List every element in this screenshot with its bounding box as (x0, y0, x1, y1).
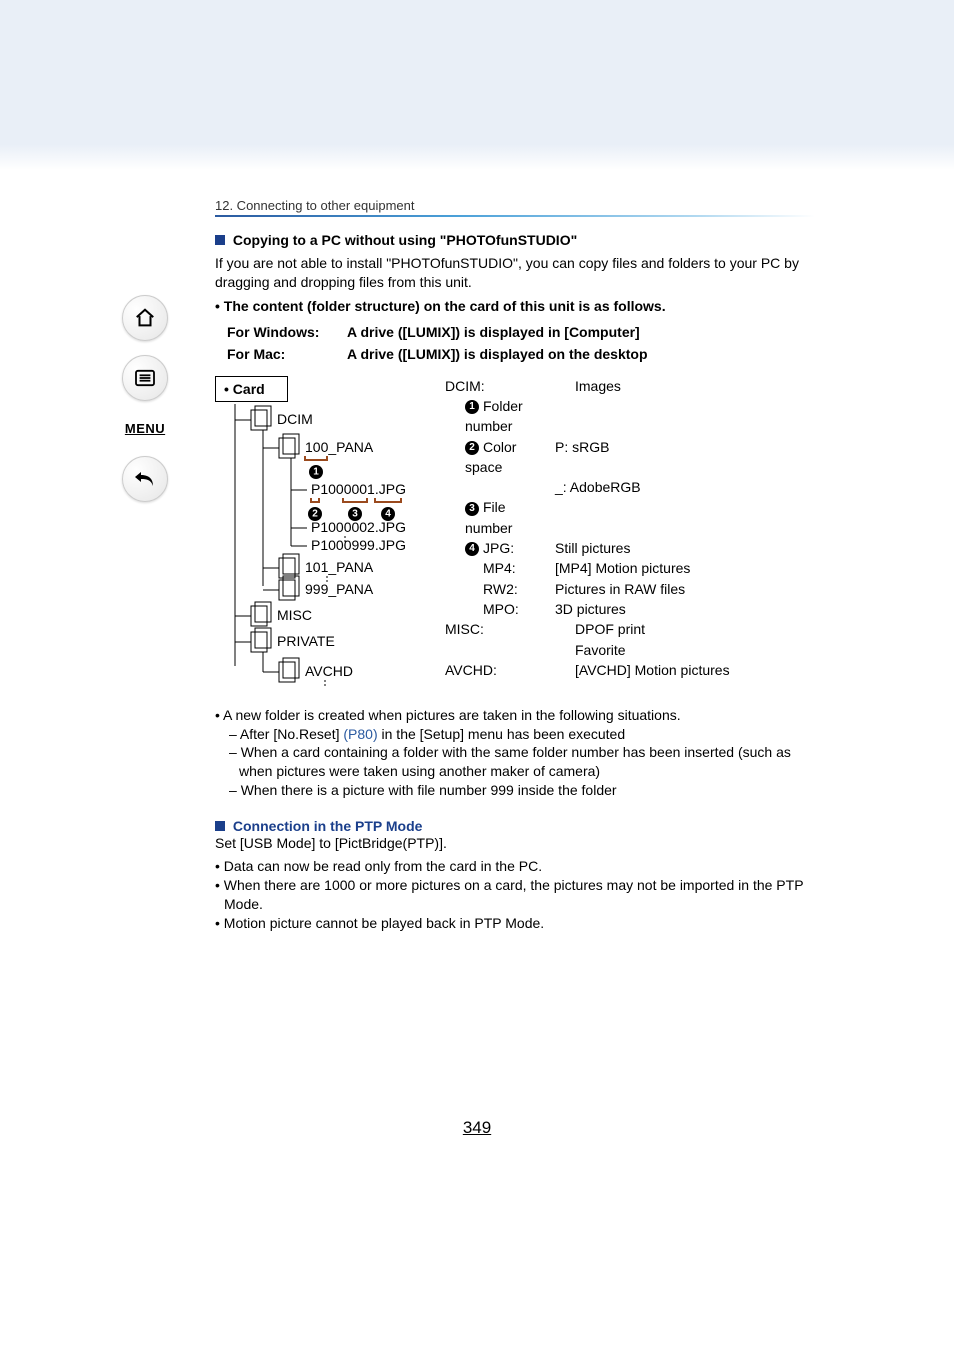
legend-dcim-key: DCIM: (445, 376, 575, 396)
note-main: A new folder is created when pictures ar… (215, 706, 815, 725)
legend-mpo-val: 3D pictures (555, 599, 730, 619)
folder-structure: .t { font: 14px Arial, sans-serif; fill:… (215, 376, 815, 696)
legend-mp4-val: [MP4] Motion pictures (555, 558, 730, 578)
back-icon (133, 469, 157, 489)
page-content: 12. Connecting to other equipment Copyin… (215, 198, 815, 933)
svg-text:AVCHD: AVCHD (305, 663, 353, 679)
svg-text:1: 1 (313, 466, 319, 477)
sidebar: MENU (120, 295, 170, 502)
ptp-bullet3: Motion picture cannot be played back in … (215, 914, 815, 933)
legend-avchd-key: AVCHD: (445, 660, 575, 680)
folder-tree: .t { font: 14px Arial, sans-serif; fill:… (215, 376, 425, 696)
svg-text:101_PANA: 101_PANA (305, 559, 374, 575)
ptp-bullet1: Data can now be read only from the card … (215, 857, 815, 876)
svg-text:P1000999.JPG: P1000999.JPG (311, 537, 406, 553)
section-marker-icon (215, 235, 225, 245)
toc-button[interactable] (122, 355, 168, 401)
menu-button[interactable]: MENU (125, 415, 165, 442)
callout-3-icon: 3 (465, 502, 479, 516)
svg-text:3: 3 (352, 508, 358, 519)
svg-text:999_PANA: 999_PANA (305, 581, 374, 597)
svg-text:MISC: MISC (277, 607, 312, 623)
svg-text:P1000002.JPG: P1000002.JPG (311, 519, 406, 535)
legend-srgb: P: sRGB (555, 437, 730, 478)
legend-mpo-key: MPO: (445, 599, 555, 619)
svg-text:4: 4 (385, 508, 391, 519)
svg-text:DCIM: DCIM (277, 411, 313, 427)
legend-dcim-val: Images (575, 376, 730, 396)
divider (215, 215, 815, 217)
os-table: For Windows: A drive ([LUMIX]) is displa… (227, 324, 815, 362)
os-windows-desc: A drive ([LUMIX]) is displayed in [Compu… (347, 324, 815, 340)
svg-text:2: 2 (312, 508, 318, 519)
legend-adobergb: _: AdobeRGB (555, 477, 730, 497)
legend-rw2-key: RW2: (445, 579, 555, 599)
os-mac-desc: A drive ([LUMIX]) is displayed on the de… (347, 346, 815, 362)
legend-avchd-val: [AVCHD] Motion pictures (575, 660, 730, 680)
os-mac-label: For Mac: (227, 346, 347, 362)
legend-jpg-val: Still pictures (555, 538, 730, 558)
os-windows-label: For Windows: (227, 324, 347, 340)
breadcrumb: 12. Connecting to other equipment (215, 198, 815, 213)
section-marker-icon (215, 821, 225, 831)
svg-text:PRIVATE: PRIVATE (277, 633, 335, 649)
ptp-bullet2: When there are 1000 or more pictures on … (215, 876, 815, 914)
folder-structure-note: The content (folder structure) on the ca… (215, 298, 815, 314)
card-label: • Card (215, 376, 288, 402)
legend-misc-key: MISC: (445, 619, 575, 639)
legend-misc-val2: Favorite (575, 640, 730, 660)
home-icon (134, 307, 156, 329)
section2-title: Connection in the PTP Mode (233, 818, 423, 834)
section-ptp: Connection in the PTP Mode Set [USB Mode… (215, 818, 815, 932)
note-sub1: After [No.Reset] (P80) in the [Setup] me… (225, 725, 815, 744)
section1-paragraph: If you are not able to install "PHOTOfun… (215, 254, 815, 292)
callout-1-icon: 1 (465, 400, 479, 414)
section2-paragraph: Set [USB Mode] to [PictBridge(PTP)]. (215, 834, 815, 853)
page-number: 349 (0, 1118, 954, 1138)
legend-misc-val1: DPOF print (575, 619, 730, 639)
toc-icon (134, 369, 156, 387)
section1-title: Copying to a PC without using "PHOTOfunS… (233, 232, 577, 248)
callout-4-icon: 4 (465, 542, 479, 556)
home-button[interactable] (122, 295, 168, 341)
note-sub3: When there is a picture with file number… (225, 781, 815, 800)
callout-2-icon: 2 (465, 441, 479, 455)
legend: DCIM: Images 1Folder number 2Color space… (445, 376, 730, 680)
link-p80[interactable]: (P80) (343, 726, 377, 742)
legend-jpg-key: JPG: (483, 540, 514, 556)
svg-text:100_PANA: 100_PANA (305, 439, 374, 455)
back-button[interactable] (122, 456, 168, 502)
svg-text:P1000001.JPG: P1000001.JPG (311, 481, 406, 497)
legend-mp4-key: MP4: (445, 558, 555, 578)
note-sub2: When a card containing a folder with the… (225, 743, 815, 781)
legend-rw2-val: Pictures in RAW files (555, 579, 730, 599)
notes: A new folder is created when pictures ar… (215, 706, 815, 800)
